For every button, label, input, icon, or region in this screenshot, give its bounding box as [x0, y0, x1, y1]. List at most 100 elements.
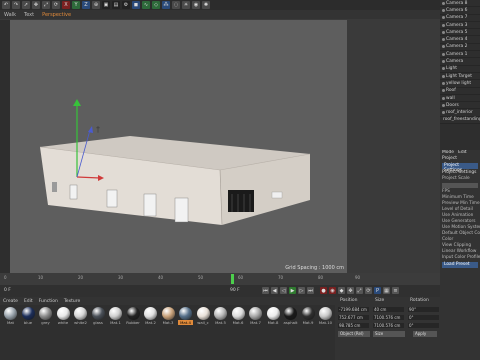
live-select-icon[interactable]: ➚	[22, 1, 30, 9]
material-swatch[interactable]: Mat.4	[178, 307, 193, 325]
object-row[interactable]: roof_interior	[440, 109, 480, 117]
render-settings-icon[interactable]: ⚙	[122, 1, 130, 9]
material-swatch[interactable]: Mat.9	[301, 307, 316, 325]
object-row[interactable]: Camera 3	[440, 22, 480, 30]
object-row[interactable]: Camera 5	[440, 29, 480, 37]
menu-item[interactable]: Text	[24, 12, 34, 18]
current-frame[interactable]: 0 F	[4, 288, 11, 293]
menu-item[interactable]: Walk	[4, 12, 16, 18]
subdivision-icon[interactable]: ◇	[152, 1, 160, 9]
load-preset-button[interactable]: Load Preset	[442, 262, 478, 268]
autokey-icon[interactable]: ◉	[329, 287, 336, 294]
object-row[interactable]: Camera 8	[440, 0, 480, 8]
parameter-key-icon[interactable]: P	[374, 287, 381, 294]
size-x-field[interactable]: 40 cm	[373, 307, 404, 312]
z-axis-icon[interactable]: Z	[82, 1, 90, 9]
prev-frame-icon[interactable]: ◀	[271, 287, 278, 294]
material-swatch[interactable]: Mat.10	[318, 307, 333, 325]
material-swatch[interactable]: grey	[38, 307, 53, 325]
material-swatch[interactable]: Mat.8	[266, 307, 281, 325]
play-reverse-icon[interactable]: ◁	[280, 287, 287, 294]
material-swatch[interactable]: Mat.6	[231, 307, 246, 325]
z-axis-handle[interactable]	[88, 126, 93, 133]
end-frame[interactable]: 90 F	[230, 288, 240, 293]
go-to-start-icon[interactable]: ⏮	[262, 287, 269, 294]
material-swatch[interactable]: Mat.7	[248, 307, 263, 325]
tab-project-settings[interactable]: Project Settings	[442, 163, 478, 173]
object-row[interactable]: Camera 7	[440, 15, 480, 22]
rotation-b-field[interactable]: 0°	[408, 323, 439, 328]
array-icon[interactable]: ⁂	[162, 1, 170, 9]
scale-key-icon[interactable]: ⤢	[356, 287, 363, 294]
material-swatch[interactable]: Mat.2	[143, 307, 158, 325]
coordinate-system-icon[interactable]: ⊕	[92, 1, 100, 9]
size-mode-select[interactable]: Size	[373, 331, 405, 337]
light-icon[interactable]: ✺	[202, 1, 210, 9]
move-icon[interactable]: ✥	[32, 1, 40, 9]
material-swatch[interactable]: Mat.1	[108, 307, 123, 325]
object-row[interactable]: Camera 4	[440, 36, 480, 44]
play-icon[interactable]: ▶	[289, 287, 296, 294]
object-row[interactable]: Camera 2	[440, 44, 480, 52]
rotate-icon[interactable]: ⟳	[52, 1, 60, 9]
material-swatch[interactable]: blue	[21, 307, 36, 325]
scene-icon[interactable]: ☀	[182, 1, 190, 9]
scale-icon[interactable]: ⤢	[42, 1, 50, 9]
object-row[interactable]: roof_freestanding	[440, 117, 480, 125]
render-view-icon[interactable]: ▣	[102, 1, 110, 9]
size-z-field[interactable]: 7100.576 cm	[373, 323, 404, 328]
material-swatch[interactable]: Mat.5	[213, 307, 228, 325]
spline-icon[interactable]: ∿	[142, 1, 150, 9]
material-menu-item[interactable]: Function	[39, 299, 58, 304]
material-menu-item[interactable]: Texture	[64, 299, 80, 304]
y-axis-handle[interactable]	[73, 99, 81, 106]
3d-viewport[interactable]: † Grid Spacing : 1000 cm	[10, 20, 347, 273]
object-row[interactable]: wall	[440, 95, 480, 103]
material-menu-item[interactable]: Edit	[24, 299, 33, 304]
object-row[interactable]: Roof	[440, 88, 480, 95]
size-y-field[interactable]: 7100.576 cm	[373, 315, 404, 320]
position-y-field[interactable]: 752.677 cm	[338, 315, 369, 320]
coordinate-mode-select[interactable]: Object (Rel)	[338, 331, 370, 337]
object-row[interactable]: Camera 6	[440, 7, 480, 15]
deformer-icon[interactable]: ◌	[172, 1, 180, 9]
tab-mode[interactable]: Mode	[442, 150, 454, 155]
material-swatch[interactable]: asphalt	[283, 307, 298, 325]
x-axis-icon[interactable]: X	[62, 1, 70, 9]
redo-icon[interactable]: ↷	[12, 1, 20, 9]
rotation-p-field[interactable]: 0°	[408, 315, 439, 320]
object-row[interactable]: Camera 1	[440, 51, 480, 59]
material-swatch[interactable]: Mat.3	[161, 307, 176, 325]
go-to-end-icon[interactable]: ⏭	[307, 287, 314, 294]
apply-button[interactable]: Apply	[413, 331, 437, 337]
material-swatch[interactable]: white2	[73, 307, 88, 325]
tab-edit[interactable]: Edit	[458, 150, 467, 155]
undo-icon[interactable]: ↶	[2, 1, 10, 9]
position-key-icon[interactable]: ✥	[347, 287, 354, 294]
object-row[interactable]: Light Target	[440, 73, 480, 81]
cube-icon[interactable]: ◼	[132, 1, 140, 9]
position-x-field[interactable]: -7199.684 cm	[338, 307, 369, 312]
playhead[interactable]	[231, 274, 234, 284]
pla-key-icon[interactable]: ▦	[383, 287, 390, 294]
menu-item-active[interactable]: Perspective	[42, 12, 71, 18]
material-swatch[interactable]: Mat	[3, 307, 18, 325]
object-row[interactable]: yellow light	[440, 80, 480, 88]
timeline[interactable]: 0 10 20 30 40 50 60 70 80 90	[0, 273, 440, 285]
keyframe-icon[interactable]: ◆	[338, 287, 345, 294]
rotation-key-icon[interactable]: ⟳	[365, 287, 372, 294]
object-row[interactable]: Doors	[440, 102, 480, 110]
material-swatch[interactable]: wall_c	[196, 307, 211, 325]
attr-row[interactable]: Project Scale	[440, 176, 480, 182]
material-swatch[interactable]: Rubber	[126, 307, 141, 325]
render-picture-icon[interactable]: ▤	[112, 1, 120, 9]
object-row[interactable]: Camera	[440, 58, 480, 66]
record-icon[interactable]: ●	[320, 287, 327, 294]
rotation-h-field[interactable]: 90°	[408, 307, 439, 312]
position-z-field[interactable]: 98.785 cm	[338, 323, 369, 328]
object-row[interactable]: Light	[440, 66, 480, 73]
next-frame-icon[interactable]: ▷	[298, 287, 305, 294]
material-menu-item[interactable]: Create	[3, 299, 18, 304]
timeline-options-icon[interactable]: ≡	[392, 287, 399, 294]
y-axis-icon[interactable]: Y	[72, 1, 80, 9]
